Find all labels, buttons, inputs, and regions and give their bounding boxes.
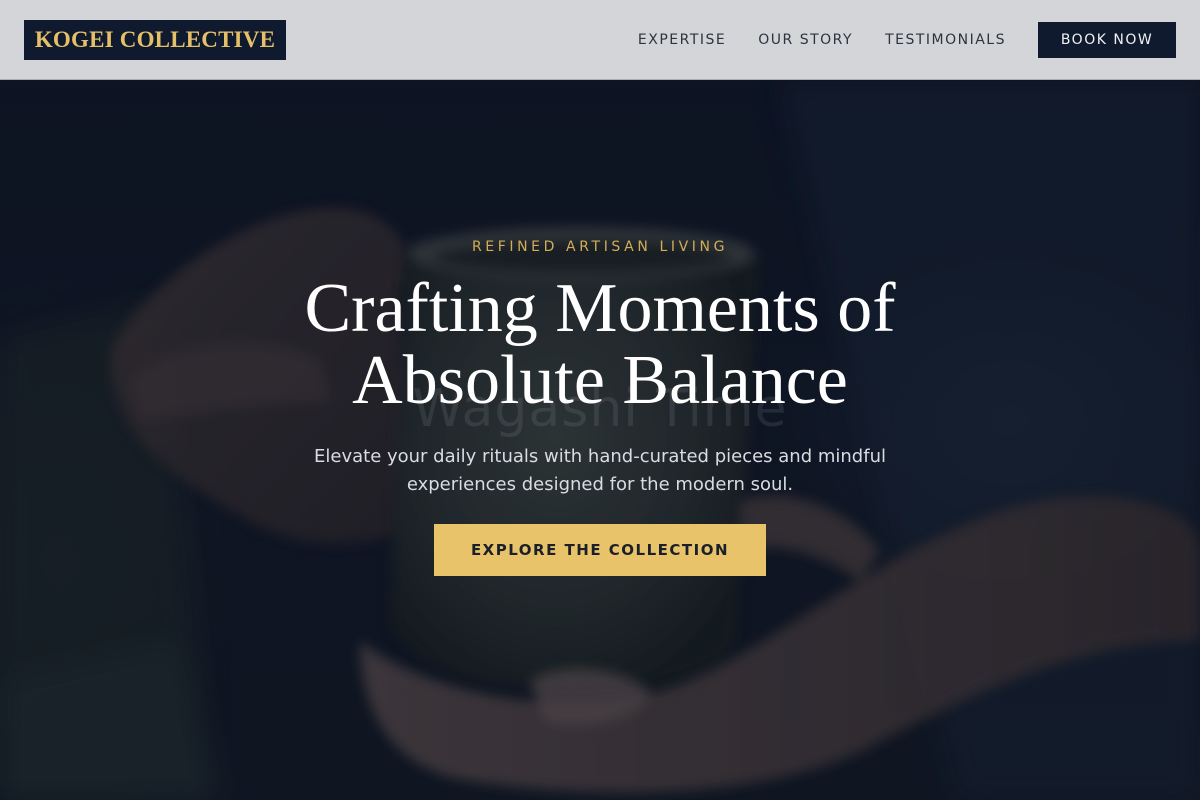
nav-link-our-story[interactable]: OUR STORY xyxy=(758,32,853,48)
hero-content: REFINED ARTISAN LIVING Wagashi Time Craf… xyxy=(0,81,1200,800)
nav-link-expertise[interactable]: EXPERTISE xyxy=(638,32,726,48)
brand-logo[interactable]: KOGEI COLLECTIVE xyxy=(24,20,286,60)
nav-links: EXPERTISE OUR STORY TESTIMONIALS BOOK NO… xyxy=(638,0,1176,80)
book-now-button[interactable]: BOOK NOW xyxy=(1038,22,1176,58)
top-navigation-bar: KOGEI COLLECTIVE EXPERTISE OUR STORY TES… xyxy=(0,0,1200,80)
hero-headline-line2: Absolute Balance xyxy=(352,342,848,419)
hero-section: REFINED ARTISAN LIVING Wagashi Time Craf… xyxy=(0,81,1200,800)
nav-link-testimonials[interactable]: TESTIMONIALS xyxy=(885,32,1006,48)
hero-headline-line1: Crafting Moments of xyxy=(304,270,896,347)
hero-eyebrow: REFINED ARTISAN LIVING xyxy=(471,239,729,255)
hero-subtitle: Elevate your daily rituals with hand-cur… xyxy=(314,446,886,495)
explore-collection-button[interactable]: EXPLORE THE COLLECTION xyxy=(434,524,766,576)
hero-headline: Crafting Moments of Absolute Balance xyxy=(250,273,950,417)
